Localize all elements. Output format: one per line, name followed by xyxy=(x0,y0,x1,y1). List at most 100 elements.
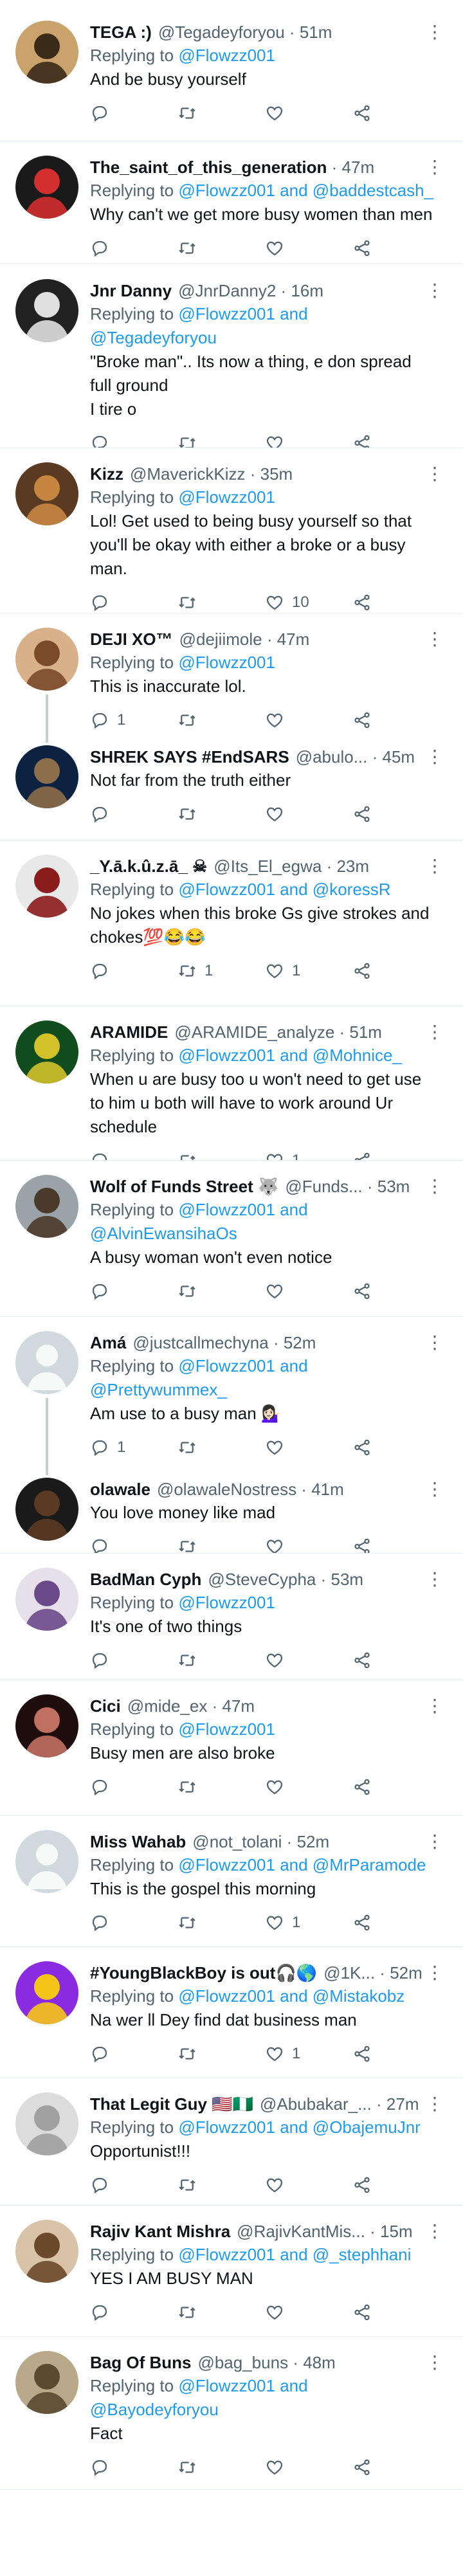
share-button[interactable] xyxy=(352,2303,440,2322)
share-button[interactable] xyxy=(352,1913,440,1932)
more-icon[interactable]: ⋮ xyxy=(426,1023,444,1041)
user-handle[interactable]: @RajivKantMis... xyxy=(237,2220,365,2243)
reply-button[interactable] xyxy=(90,804,177,824)
reply-mention[interactable]: @Prettywummex_ xyxy=(90,1380,227,1399)
display-name[interactable]: Miss Wahab xyxy=(90,1830,186,1853)
avatar[interactable] xyxy=(15,855,78,918)
display-name[interactable]: DEJI XO™ xyxy=(90,628,173,651)
user-handle[interactable]: @SteveCypha xyxy=(208,1568,316,1591)
more-icon[interactable]: ⋮ xyxy=(426,158,444,176)
avatar[interactable] xyxy=(15,2092,78,2155)
like-button[interactable] xyxy=(265,1438,352,1457)
tweet-8[interactable]: ⋮ ARAMIDE @ARAMIDE_analyze · 51m Replying t… xyxy=(0,1006,463,1161)
like-button[interactable] xyxy=(265,1537,352,1553)
reply-button[interactable] xyxy=(90,2303,177,2322)
reply-mention[interactable]: @Flowzz001 and @koressR xyxy=(178,880,390,899)
share-button[interactable] xyxy=(352,433,440,448)
reply-button[interactable]: 1 xyxy=(90,1438,177,1457)
user-handle[interactable]: @olawaleNostress xyxy=(157,1478,296,1501)
avatar[interactable] xyxy=(15,462,78,525)
reply-mention[interactable]: @Flowzz001 and @Mistakobz xyxy=(178,1986,404,2006)
timestamp[interactable]: 52m xyxy=(284,1331,316,1354)
tweet-6[interactable]: ⋮ SHREK SAYS #EndSARS @abulo... · 45m Not f… xyxy=(0,739,463,840)
display-name[interactable]: That Legit Guy 🇺🇸🇳🇬 xyxy=(90,2092,253,2116)
like-button[interactable]: 1 xyxy=(265,1151,352,1160)
like-button[interactable] xyxy=(265,239,352,258)
share-button[interactable] xyxy=(352,239,440,258)
display-name[interactable]: Rajiv Kant Mishra xyxy=(90,2220,230,2243)
reply-mention[interactable]: @Tegadeyforyou xyxy=(90,328,217,347)
display-name[interactable]: Bag Of Buns xyxy=(90,2351,191,2374)
timestamp[interactable]: 51m xyxy=(300,21,332,44)
avatar[interactable] xyxy=(15,279,78,342)
more-icon[interactable]: ⋮ xyxy=(426,857,444,875)
share-button[interactable] xyxy=(352,2175,440,2195)
timestamp[interactable]: 15m xyxy=(380,2220,413,2243)
retweet-button[interactable] xyxy=(177,1537,265,1553)
retweet-button[interactable] xyxy=(177,2175,265,2195)
user-handle[interactable]: @1K... xyxy=(323,1961,375,1984)
tweet-18[interactable]: ⋮ Bag Of Buns @bag_buns · 48m Replying to @… xyxy=(0,2337,463,2490)
tweet-7[interactable]: ⋮ _Y.ā.k.û.z.ā_ ☠ @Its_El_egwa · 23m Replyi… xyxy=(0,840,463,1006)
reply-mention[interactable]: @AlvinEwansihaOs xyxy=(90,1224,237,1243)
timestamp[interactable]: 52m xyxy=(297,1830,330,1853)
timestamp[interactable]: 27m xyxy=(386,2092,419,2116)
retweet-button[interactable] xyxy=(177,1913,265,1932)
avatar[interactable] xyxy=(15,21,78,84)
reply-mention[interactable]: @Bayodeyforyou xyxy=(90,2400,219,2419)
like-button[interactable]: 10 xyxy=(265,593,352,612)
tweet-4[interactable]: ⋮ Kizz @MaverickKizz · 35m Replying to @Flo… xyxy=(0,448,463,613)
like-button[interactable] xyxy=(265,2175,352,2195)
tweet-2[interactable]: ⋮ The_saint_of_this_generation · 47m Reply… xyxy=(0,141,463,264)
display-name[interactable]: Jnr Danny xyxy=(90,279,172,302)
reply-mention[interactable]: @Flowzz001 and @_stephhani xyxy=(178,2245,411,2264)
more-icon[interactable]: ⋮ xyxy=(426,1177,444,1195)
share-button[interactable] xyxy=(352,1282,440,1301)
timestamp[interactable]: 47m xyxy=(222,1694,255,1718)
display-name[interactable]: olawale xyxy=(90,1478,150,1501)
display-name[interactable]: TEGA :) xyxy=(90,21,152,44)
like-button[interactable] xyxy=(265,2458,352,2477)
display-name[interactable]: Wolf of Funds Street 🐺 xyxy=(90,1175,278,1198)
tweet-10[interactable]: ⋮ Amá @justcallmechyna · 52m Replying to @F… xyxy=(0,1317,463,1471)
share-button[interactable] xyxy=(352,961,440,981)
more-icon[interactable]: ⋮ xyxy=(426,2354,444,2372)
reply-mention[interactable]: @Flowzz001 xyxy=(178,1593,275,1612)
retweet-button[interactable] xyxy=(177,1282,265,1301)
share-button[interactable] xyxy=(352,1777,440,1797)
like-button[interactable] xyxy=(265,804,352,824)
reply-button[interactable] xyxy=(90,1537,177,1553)
avatar[interactable] xyxy=(15,1568,78,1631)
tweet-9[interactable]: ⋮ Wolf of Funds Street 🐺 @Funds... · 53m Re… xyxy=(0,1161,463,1317)
tweet-11[interactable]: ⋮ olawale @olawaleNostress · 41m You love m… xyxy=(0,1471,463,1554)
reply-button[interactable] xyxy=(90,1151,177,1160)
avatar[interactable] xyxy=(15,745,78,808)
more-icon[interactable]: ⋮ xyxy=(426,2222,444,2240)
reply-mention[interactable]: @Flowzz001 and @ObajemuJnr xyxy=(178,2118,421,2137)
user-handle[interactable]: @abulo... xyxy=(296,745,368,768)
reply-button[interactable] xyxy=(90,1651,177,1670)
avatar[interactable] xyxy=(15,1830,78,1893)
reply-button[interactable] xyxy=(90,1282,177,1301)
retweet-button[interactable] xyxy=(177,1151,265,1160)
reply-button[interactable] xyxy=(90,239,177,258)
timestamp[interactable]: 51m xyxy=(349,1020,382,1044)
avatar[interactable] xyxy=(15,1961,78,2024)
share-button[interactable] xyxy=(352,1651,440,1670)
user-handle[interactable]: @justcallmechyna xyxy=(132,1331,268,1354)
avatar[interactable] xyxy=(15,2220,78,2283)
reply-mention[interactable]: @Flowzz001 and xyxy=(178,2376,307,2395)
user-handle[interactable]: @Tegadeyforyou xyxy=(158,21,285,44)
user-handle[interactable]: @Funds... xyxy=(285,1175,362,1198)
tweet-15[interactable]: ⋮ #YoungBlackBoy is out🎧🌎 @1K... · 52m Repl… xyxy=(0,1947,463,2078)
display-name[interactable]: Kizz xyxy=(90,462,123,485)
tweet-17[interactable]: ⋮ Rajiv Kant Mishra @RajivKantMis... · 15m… xyxy=(0,2206,463,2337)
tweet-14[interactable]: ⋮ Miss Wahab @not_tolani · 52m Replying to … xyxy=(0,1816,463,1947)
timestamp[interactable]: 35m xyxy=(260,462,293,485)
display-name[interactable]: #YoungBlackBoy is out🎧🌎 xyxy=(90,1961,317,1984)
share-button[interactable] xyxy=(352,593,440,612)
more-icon[interactable]: ⋮ xyxy=(426,2095,444,2113)
timestamp[interactable]: 41m xyxy=(311,1478,344,1501)
avatar[interactable] xyxy=(15,628,78,691)
retweet-button[interactable] xyxy=(177,2303,265,2322)
